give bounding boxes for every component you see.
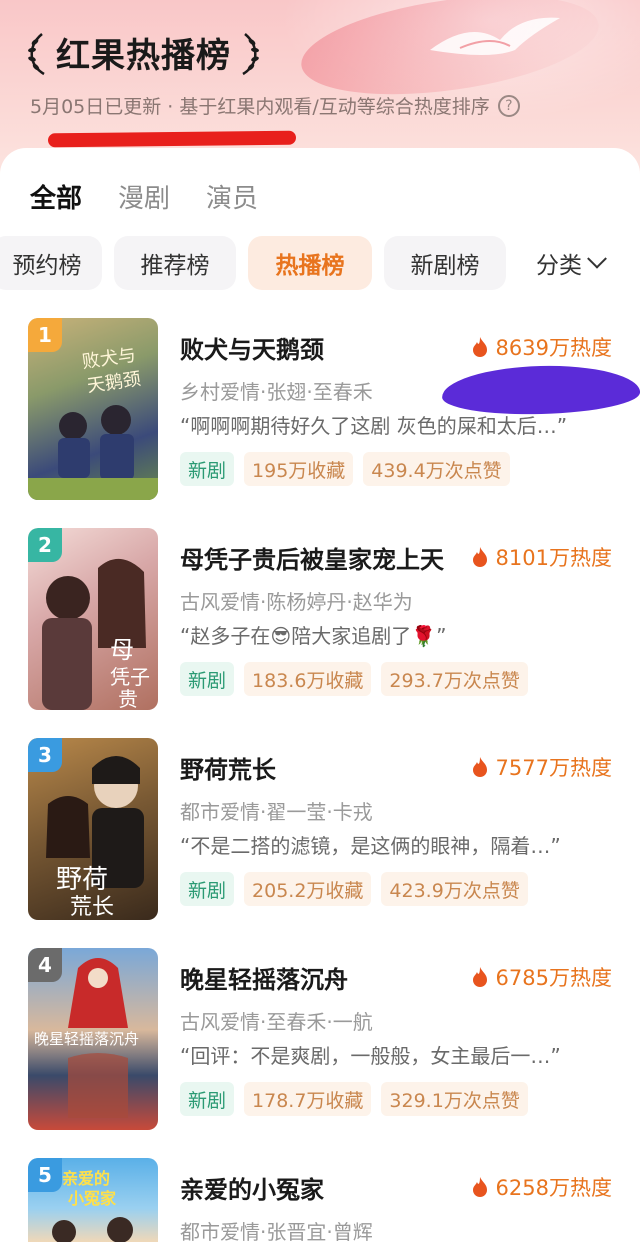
- heat-score: 7577万热度: [472, 752, 612, 782]
- favorites-count: 183.6万收藏: [244, 662, 372, 696]
- drama-comment: “回评：不是爽剧，一般般，女主最后一…”: [180, 1044, 561, 1068]
- drama-title[interactable]: 败犬与天鹅颈: [180, 330, 324, 365]
- rank-badge: 4: [28, 948, 62, 982]
- svg-text:母: 母: [110, 636, 134, 664]
- flame-icon: [472, 547, 487, 567]
- svg-text:贵: 贵: [118, 687, 138, 710]
- heat-score: 8639万热度: [472, 332, 612, 362]
- drama-comment: “赵多子在😎陪大家追剧了🌹”: [180, 624, 447, 648]
- poster-image[interactable]: 晚星轻摇落沉舟 4: [28, 948, 158, 1130]
- chevron-down-icon: [587, 248, 607, 269]
- list-item[interactable]: 野荷 荒长 3 野荷荒长 7577万热度 都市爱情·翟一莹·卡戎 “不是二搭的滤…: [0, 738, 640, 924]
- flame-icon: [472, 967, 487, 987]
- list-item[interactable]: 晚星轻摇落沉舟 4 晚星轻摇落沉舟 6785万热度 古风爱情·至春禾·一航 “回…: [0, 948, 640, 1134]
- heat-score: 8101万热度: [472, 542, 612, 572]
- title-row: 红果热播榜: [26, 28, 261, 77]
- red-highlight-mark: [47, 130, 297, 148]
- laurel-right-icon: [242, 32, 259, 75]
- svg-text:野荷: 野荷: [56, 865, 108, 895]
- svg-text:小冤家: 小冤家: [68, 1189, 117, 1208]
- flame-icon: [472, 1177, 487, 1197]
- list-item[interactable]: 亲爱的 小冤家 5 亲爱的小冤家 6258万热度 都市爱情·张晋宜·曾辉: [0, 1158, 640, 1242]
- chip-recommend[interactable]: 推荐榜: [114, 236, 236, 290]
- flame-icon: [472, 757, 487, 777]
- stat-badges: 新剧 183.6万收藏 293.7万次点赞: [180, 662, 528, 696]
- laurel-left-icon: [28, 32, 45, 75]
- new-badge: 新剧: [180, 872, 235, 906]
- drama-title[interactable]: 晚星轻摇落沉舟: [180, 960, 348, 995]
- chip-hot[interactable]: 热播榜: [248, 236, 372, 290]
- likes-count: 423.9万次点赞: [381, 872, 528, 906]
- list-item[interactable]: 母 凭子 贵 2 母凭子贵后被皇家宠上天 8101万热度 古风爱情·陈杨婷丹·赵…: [0, 528, 640, 714]
- heat-value: 8639万热度: [495, 336, 612, 360]
- poster-image[interactable]: 母 凭子 贵 2: [28, 528, 158, 710]
- heat-value: 6258万热度: [495, 1176, 612, 1200]
- new-badge: 新剧: [180, 452, 235, 486]
- rank-badge: 5: [28, 1158, 62, 1192]
- rank-badge: 3: [28, 738, 62, 772]
- svg-text:凭子: 凭子: [110, 665, 150, 689]
- category-filter-button[interactable]: 分类: [536, 236, 607, 290]
- drama-title[interactable]: 母凭子贵后被皇家宠上天: [180, 540, 444, 575]
- heat-score: 6258万热度: [472, 1172, 612, 1202]
- new-badge: 新剧: [180, 662, 235, 696]
- rank-badge: 2: [28, 528, 62, 562]
- chip-reservation[interactable]: 预约榜: [0, 236, 102, 290]
- drama-tags: 都市爱情·翟一莹·卡戎: [180, 800, 373, 824]
- drama-tags: 乡村爱情·张翅·至春禾: [180, 380, 373, 404]
- help-icon[interactable]: ?: [497, 94, 520, 117]
- flame-icon: [472, 337, 487, 357]
- heat-value: 8101万热度: [495, 546, 612, 570]
- svg-text:晚星轻摇落沉舟: 晚星轻摇落沉舟: [34, 1030, 139, 1048]
- favorites-count: 205.2万收藏: [244, 872, 372, 906]
- page-title: 红果热播榜: [56, 36, 231, 76]
- tab-all[interactable]: 全部: [30, 178, 82, 215]
- drama-tags: 都市爱情·张晋宜·曾辉: [180, 1220, 373, 1242]
- rank-badge: 1: [28, 318, 62, 352]
- likes-count: 293.7万次点赞: [381, 662, 528, 696]
- update-subtitle: 5月05日已更新 · 基于红果内观看/互动等综合热度排序: [30, 96, 490, 118]
- drama-title[interactable]: 野荷荒长: [180, 750, 276, 785]
- drama-comment: “啊啊啊期待好久了这剧 灰色的屎和太后…”: [180, 414, 568, 438]
- poster-image[interactable]: 野荷 荒长 3: [28, 738, 158, 920]
- heat-value: 6785万热度: [495, 966, 612, 990]
- likes-count: 439.4万次点赞: [363, 452, 510, 486]
- drama-tags: 古风爱情·陈杨婷丹·赵华为: [180, 590, 413, 614]
- drama-tags: 古风爱情·至春禾·一航: [180, 1010, 373, 1034]
- tab-comic-drama[interactable]: 漫剧: [118, 178, 170, 215]
- heat-value: 7577万热度: [495, 756, 612, 780]
- bird-decoration-icon: [430, 17, 560, 55]
- svg-text:天鹅颈: 天鹅颈: [86, 369, 142, 397]
- drama-comment: “不是二搭的滤镜，是这俩的眼神，隔着…”: [180, 834, 561, 858]
- heat-score: 6785万热度: [472, 962, 612, 992]
- stat-badges: 新剧 205.2万收藏 423.9万次点赞: [180, 872, 528, 906]
- tab-actors[interactable]: 演员: [206, 178, 258, 215]
- update-info: 5月05日已更新 · 基于红果内观看/互动等综合热度排序 ?: [30, 92, 520, 119]
- chip-new[interactable]: 新剧榜: [384, 236, 506, 290]
- svg-text:败犬与: 败犬与: [81, 345, 137, 373]
- likes-count: 329.1万次点赞: [381, 1082, 528, 1116]
- category-tabs: 全部 漫剧 演员: [30, 178, 258, 215]
- category-filter-label: 分类: [536, 253, 582, 279]
- new-badge: 新剧: [180, 1082, 235, 1116]
- favorites-count: 178.7万收藏: [244, 1082, 372, 1116]
- ranking-chips: 预约榜 推荐榜 热播榜 新剧榜 分类: [0, 236, 640, 290]
- drama-title[interactable]: 亲爱的小冤家: [180, 1170, 324, 1205]
- stat-badges: 新剧 195万收藏 439.4万次点赞: [180, 452, 510, 486]
- svg-text:亲爱的: 亲爱的: [62, 1169, 110, 1188]
- poster-image[interactable]: 败犬与 天鹅颈 1: [28, 318, 158, 500]
- favorites-count: 195万收藏: [244, 452, 354, 486]
- stat-badges: 新剧 178.7万收藏 329.1万次点赞: [180, 1082, 528, 1116]
- svg-text:荒长: 荒长: [70, 895, 114, 920]
- poster-image[interactable]: 亲爱的 小冤家 5: [28, 1158, 158, 1242]
